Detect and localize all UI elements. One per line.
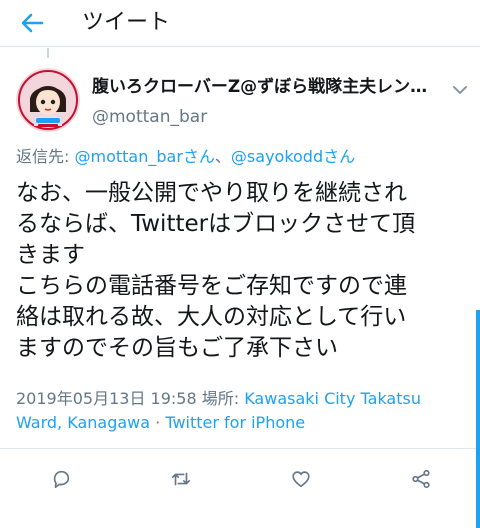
reply-to-user-mottan[interactable]: @mottan_barさん bbox=[74, 147, 214, 166]
reply-icon bbox=[53, 470, 70, 489]
thread-line bbox=[47, 48, 49, 58]
tweet-actions bbox=[0, 460, 480, 500]
retweet-button[interactable] bbox=[166, 464, 196, 494]
meta-separator: · bbox=[150, 413, 166, 432]
tweet-text: なお、一般公開でやり取りを継続され るならば、Twitterはブロックさせて頂 … bbox=[16, 178, 472, 364]
retweet-icon bbox=[171, 472, 191, 486]
reply-to-line: 返信先: @mottan_barさん、@sayokoddさん bbox=[16, 146, 355, 168]
arrow-left-icon bbox=[21, 13, 44, 33]
reply-to-prefix: 返信先: bbox=[16, 147, 75, 166]
author-handle[interactable]: @mottan_bar bbox=[92, 106, 207, 128]
tweet-text-line: 絡は取れる故、大人の対応として行い bbox=[16, 304, 407, 330]
tweet-text-line: ますのでその旨もご了承下さい bbox=[16, 335, 338, 361]
tweet-meta: 2019年05月13日 19:58 場所: Kawasaki City Taka… bbox=[16, 387, 472, 435]
tweet-text-line: なお、一般公開でやり取りを継続され bbox=[16, 180, 407, 206]
tweet-source-link[interactable]: Twitter for iPhone bbox=[165, 413, 305, 432]
tweet-text-line: きます bbox=[16, 242, 85, 268]
top-bar: ツイート bbox=[0, 0, 480, 47]
tweet-options-button[interactable] bbox=[450, 82, 470, 96]
reply-to-user-sayokodd[interactable]: @sayokoddさん bbox=[231, 147, 355, 166]
reply-button[interactable] bbox=[46, 464, 76, 494]
reply-to-separator: 、 bbox=[214, 147, 231, 166]
tweet-text-line: るならば、Twitterはブロックさせて頂 bbox=[16, 211, 416, 237]
place-prefix: 場所: bbox=[196, 389, 245, 408]
share-button[interactable] bbox=[406, 464, 436, 494]
back-button[interactable] bbox=[16, 9, 48, 37]
page-title: ツイート bbox=[82, 10, 171, 35]
avatar[interactable] bbox=[16, 68, 80, 132]
heart-icon bbox=[292, 471, 310, 488]
tweet-timestamp[interactable]: 2019年05月13日 19:58 bbox=[16, 389, 197, 408]
divider bbox=[0, 448, 480, 449]
tweet-text-line: こちらの電話番号をご存知ですので連 bbox=[16, 273, 407, 299]
share-icon bbox=[412, 469, 430, 489]
chevron-down-icon bbox=[453, 86, 467, 94]
scroll-indicator bbox=[476, 310, 480, 528]
user-avatar-icon bbox=[16, 68, 80, 132]
like-button[interactable] bbox=[286, 464, 316, 494]
author-display-name[interactable]: 腹いろクローバーZ@ずぼら戦隊主夫レン… bbox=[92, 76, 444, 98]
